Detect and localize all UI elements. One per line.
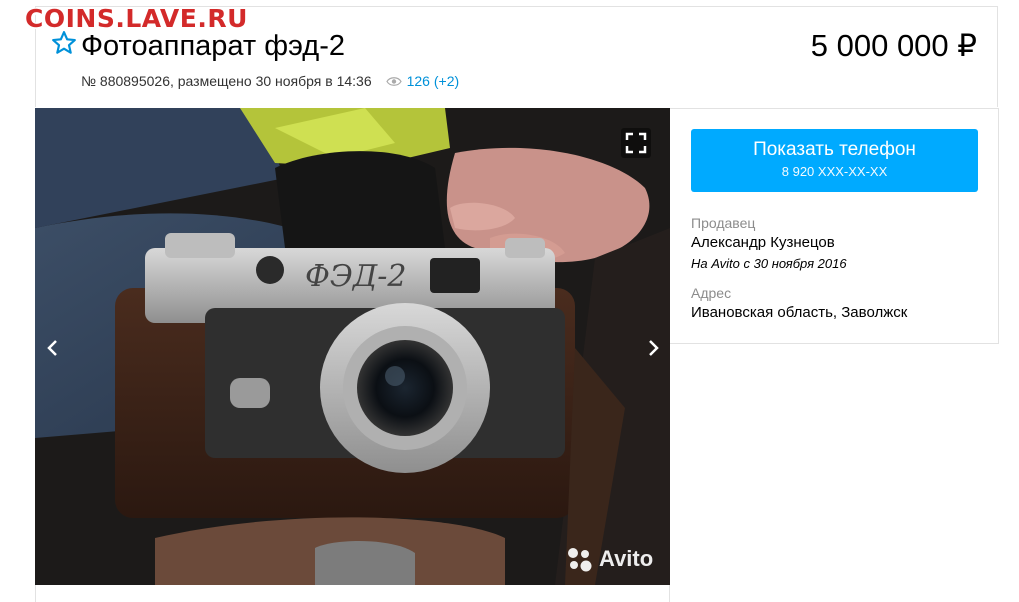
seller-name: Александр Кузнецов — [691, 234, 835, 251]
gallery-footer — [35, 585, 670, 602]
seller-caption: Продавец — [691, 215, 756, 231]
camera-photo: ФЭД-2 — [35, 108, 670, 585]
listing-price: 5 000 000 ₽ — [810, 28, 977, 63]
phone-number-masked: 8 920 XXX-XX-XX — [781, 164, 888, 179]
address-caption: Адрес — [691, 285, 732, 301]
avito-watermark: Avito — [565, 545, 653, 573]
site-watermark: COINS.LAVE.RU — [25, 4, 248, 33]
show-phone-label: Показать телефон — [753, 139, 916, 160]
chevron-left-icon[interactable] — [41, 333, 65, 363]
listing-id-date: № 880895026, размещено 30 ноября в 14:36 — [81, 73, 372, 89]
seller-since: На Avito с 30 ноября 2016 — [691, 256, 847, 271]
camera-engraving: ФЭД-2 — [305, 259, 406, 294]
avito-logo-icon — [568, 548, 592, 572]
fullscreen-icon[interactable] — [621, 128, 651, 158]
views-count-link[interactable]: 126 (+2) — [407, 73, 460, 89]
avito-logo-text: Avito — [599, 546, 654, 571]
show-phone-button[interactable]: Показать телефон 8 920 XXX-XX-XX — [691, 129, 978, 192]
address-value: Ивановская область, Заволжск — [691, 304, 908, 321]
listing-meta: № 880895026, размещено 30 ноября в 14:36… — [81, 73, 459, 89]
chevron-right-icon[interactable] — [641, 333, 665, 363]
gallery-photo[interactable]: ФЭД-2 Avito — [35, 108, 670, 585]
eye-icon — [385, 76, 402, 86]
star-icon[interactable] — [51, 30, 77, 56]
